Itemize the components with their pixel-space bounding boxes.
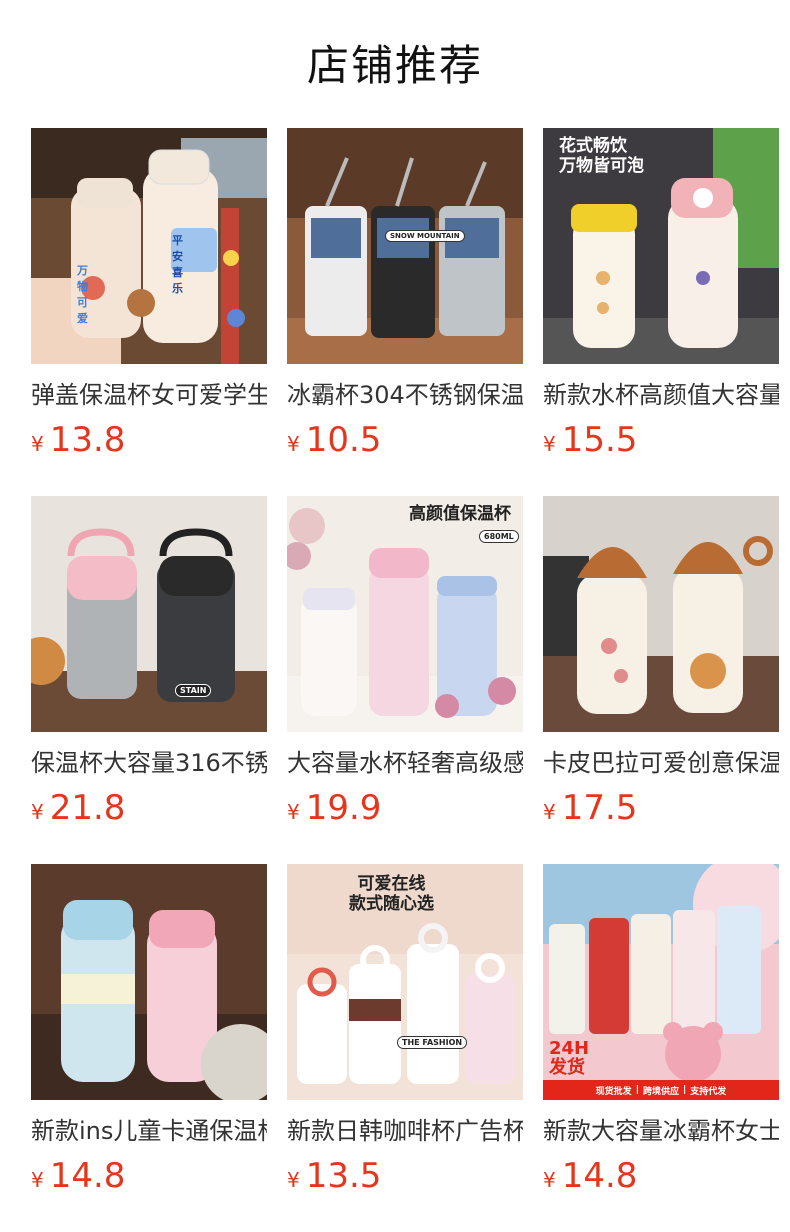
promo-divider: | [635, 1085, 639, 1095]
product-price: ¥13.5 [287, 1156, 523, 1196]
price-value: 19.9 [305, 788, 382, 828]
product-image[interactable]: 24H 发货 现货批发 | 跨境供应 | 支持代发 [543, 864, 779, 1100]
image-caption: 可爱在线 款式随心选 [349, 874, 434, 915]
price-value: 13.5 [305, 1156, 382, 1196]
product-card[interactable]: STAIN 保温杯大容量316不锈钢 ¥21.8 [31, 496, 267, 828]
product-name[interactable]: 新款大容量冰霸杯女士 [543, 1116, 779, 1146]
product-card[interactable]: 新款ins儿童卡通保温杯 ¥14.8 [31, 864, 267, 1196]
price-value: 21.8 [49, 788, 126, 828]
price-value: 10.5 [305, 420, 382, 460]
section-title: 店铺推荐 [306, 41, 483, 90]
product-price: ¥19.9 [287, 788, 523, 828]
image-sticker: 平安喜乐 [172, 234, 183, 295]
product-name[interactable]: 卡皮巴拉可爱创意保温 [543, 748, 779, 778]
product-image[interactable]: SNOW MOUNTAIN [287, 128, 523, 364]
product-price: ¥14.8 [31, 1156, 267, 1196]
currency-symbol: ¥ [287, 800, 300, 824]
product-image[interactable]: 高颜值保温杯 680ML [287, 496, 523, 732]
currency-symbol: ¥ [543, 432, 556, 456]
product-image[interactable] [31, 128, 267, 364]
product-name[interactable]: 冰霸杯304不锈钢保温 [287, 380, 523, 410]
image-caption: 花式畅饮 万物皆可泡 [559, 136, 644, 177]
product-name[interactable]: 大容量水杯轻奢高级感 [287, 748, 523, 778]
image-sticker: 万物可爱 [77, 264, 88, 325]
product-name[interactable]: 新款日韩咖啡杯广告杯 [287, 1116, 523, 1146]
product-price: ¥13.8 [31, 420, 267, 460]
price-value: 17.5 [561, 788, 638, 828]
image-label: SNOW MOUNTAIN [385, 230, 465, 242]
promo-item: 现货批发 [595, 1086, 632, 1097]
currency-symbol: ¥ [31, 432, 44, 456]
product-image[interactable] [543, 496, 779, 732]
promo-item: 支持代发 [690, 1086, 727, 1097]
currency-symbol: ¥ [543, 1168, 556, 1192]
delivery-badge: 24H 发货 [549, 1038, 590, 1079]
price-value: 14.8 [561, 1156, 638, 1196]
promo-item: 跨境供应 [642, 1086, 679, 1097]
product-image[interactable]: 花式畅饮 万物皆可泡 [543, 128, 779, 364]
product-price: ¥17.5 [543, 788, 779, 828]
price-value: 13.8 [49, 420, 126, 460]
product-price: ¥21.8 [31, 788, 267, 828]
image-caption: 高颜值保温杯 [409, 504, 511, 524]
product-card[interactable]: 弹盖保温杯女可爱学生 ¥13.8 [31, 128, 267, 460]
currency-symbol: ¥ [31, 800, 44, 824]
currency-symbol: ¥ [287, 1168, 300, 1192]
image-label: STAIN [175, 684, 212, 697]
image-sign: THE FASHION [397, 1036, 468, 1049]
product-price: ¥14.8 [543, 1156, 779, 1196]
image-tag: 680ML [479, 530, 519, 543]
product-card[interactable]: 高颜值保温杯 680ML 大容量水杯轻奢高级感 ¥19.9 [287, 496, 523, 828]
product-image[interactable]: 可爱在线 款式随心选 THE FASHION [287, 864, 523, 1100]
product-card[interactable]: SNOW MOUNTAIN 冰霸杯304不锈钢保温 ¥10.5 [287, 128, 523, 460]
product-card[interactable]: 卡皮巴拉可爱创意保温 ¥17.5 [543, 496, 779, 828]
promo-band: 现货批发 | 跨境供应 | 支持代发 [543, 1080, 779, 1100]
product-name[interactable]: 新款水杯高颜值大容量 [543, 380, 779, 410]
product-name[interactable]: 保温杯大容量316不锈钢 [31, 748, 267, 778]
product-card[interactable]: 可爱在线 款式随心选 THE FASHION 新款日韩咖啡杯广告杯 ¥13.5 [287, 864, 523, 1196]
product-image[interactable] [31, 864, 267, 1100]
product-price: ¥15.5 [543, 420, 779, 460]
currency-symbol: ¥ [31, 1168, 44, 1192]
currency-symbol: ¥ [287, 432, 300, 456]
product-card[interactable]: 花式畅饮 万物皆可泡 新款水杯高颜值大容量 ¥15.5 [543, 128, 779, 460]
product-image[interactable]: STAIN [31, 496, 267, 732]
currency-symbol: ¥ [543, 800, 556, 824]
price-value: 14.8 [49, 1156, 126, 1196]
product-name[interactable]: 弹盖保温杯女可爱学生 [31, 380, 267, 410]
price-value: 15.5 [561, 420, 638, 460]
promo-divider: | [683, 1085, 687, 1095]
product-card[interactable]: 24H 发货 现货批发 | 跨境供应 | 支持代发 新款大容量冰霸杯女士 ¥14… [543, 864, 779, 1196]
product-name[interactable]: 新款ins儿童卡通保温杯 [31, 1116, 267, 1146]
product-price: ¥10.5 [287, 420, 523, 460]
